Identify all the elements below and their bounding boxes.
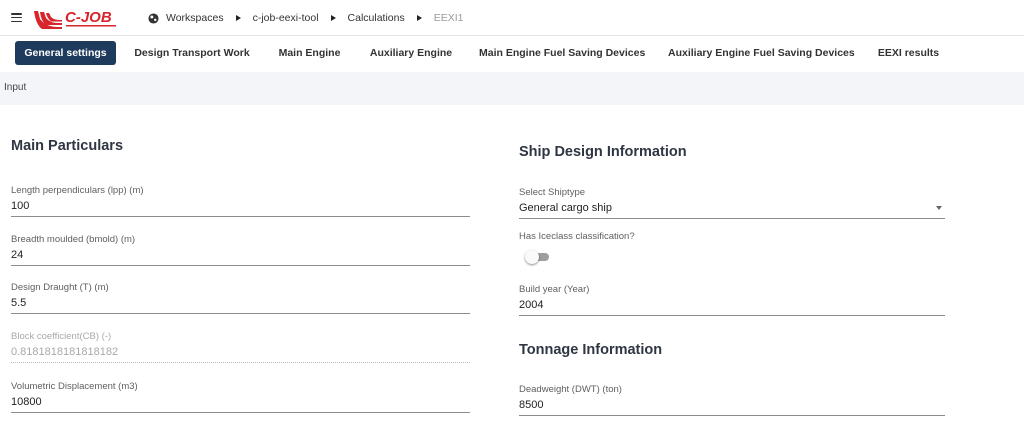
main-particulars-title: Main Particulars <box>11 138 124 154</box>
shiptype-value[interactable]: General cargo ship <box>519 202 612 214</box>
iceclass-label: Has Iceclass classification? <box>519 231 635 242</box>
globe-icon <box>148 12 159 24</box>
deadweight-field[interactable]: Deadweight (DWT) (ton) 8500 <box>519 384 945 416</box>
block-coefficient-value: 0.8181818181818182 <box>11 346 119 358</box>
tab-main-engine[interactable]: Main Engine <box>276 41 343 65</box>
tab-main-engine-fsd[interactable]: Main Engine Fuel Saving Devices <box>479 41 645 65</box>
breadcrumb-current: EEXI1 <box>433 12 464 24</box>
lpp-field[interactable]: Length perpendiculars (lpp) (m) 100 <box>11 185 470 217</box>
svg-text:C-JOB: C-JOB <box>65 9 112 26</box>
deadweight-label: Deadweight (DWT) (ton) <box>519 384 622 395</box>
draught-value[interactable]: 5.5 <box>11 297 26 309</box>
build-year-value[interactable]: 2004 <box>519 299 543 311</box>
breadcrumb-calculations[interactable]: Calculations <box>348 12 405 24</box>
hamburger-icon[interactable] <box>11 13 22 23</box>
tab-bar: General settings Design Transport Work M… <box>0 37 1024 71</box>
tab-general-settings[interactable]: General settings <box>15 41 116 65</box>
breadcrumb-arrow-icon <box>330 15 336 21</box>
input-section-label: Input <box>4 82 27 93</box>
shiptype-label: Select Shiptype <box>519 187 586 198</box>
breadcrumb-arrow-icon <box>416 15 422 21</box>
toggle-knob <box>525 250 539 264</box>
tonnage-title: Tonnage Information <box>519 342 663 358</box>
ship-design-title: Ship Design Information <box>519 144 687 160</box>
bmold-value[interactable]: 24 <box>11 249 23 261</box>
shiptype-select[interactable]: Select Shiptype General cargo ship <box>519 187 945 219</box>
volumetric-displacement-label: Volumetric Displacement (m3) <box>11 381 138 392</box>
block-coefficient-field: Block coefficient(CB) (-) 0.818181818181… <box>11 331 470 363</box>
build-year-label: Build year (Year) <box>519 284 590 295</box>
volumetric-displacement-value[interactable]: 10800 <box>11 396 42 408</box>
breadcrumb: Workspaces c-job-eexi-tool Calculations … <box>148 10 464 26</box>
build-year-field[interactable]: Build year (Year) 2004 <box>519 284 945 316</box>
breadcrumb-workspace[interactable]: c-job-eexi-tool <box>253 12 319 24</box>
input-section-bar: Input <box>0 72 1024 105</box>
tab-auxiliary-engine[interactable]: Auxiliary Engine <box>369 41 453 65</box>
draught-label: Design Draught (T) (m) <box>11 282 109 293</box>
tab-design-transport-work[interactable]: Design Transport Work <box>134 41 250 65</box>
bmold-field[interactable]: Breadth moulded (bmold) (m) 24 <box>11 234 470 266</box>
tab-auxiliary-engine-fsd[interactable]: Auxiliary Engine Fuel Saving Devices <box>668 41 855 65</box>
top-bar: C-JOB Workspaces c-job-eexi-tool Calcula… <box>0 0 1024 36</box>
volumetric-displacement-field[interactable]: Volumetric Displacement (m3) 10800 <box>11 381 470 413</box>
block-coefficient-label: Block coefficient(CB) (-) <box>11 331 112 342</box>
lpp-value[interactable]: 100 <box>11 200 29 212</box>
breadcrumb-workspaces[interactable]: Workspaces <box>166 12 224 24</box>
tab-eexi-results[interactable]: EEXI results <box>876 41 941 65</box>
breadcrumb-arrow-icon <box>235 15 241 21</box>
bmold-label: Breadth moulded (bmold) (m) <box>11 234 136 245</box>
lpp-label: Length perpendiculars (lpp) (m) <box>11 185 144 196</box>
iceclass-toggle[interactable] <box>525 250 551 264</box>
dropdown-arrow-icon[interactable] <box>936 206 942 210</box>
c-job-logo[interactable]: C-JOB <box>32 5 142 32</box>
draught-field[interactable]: Design Draught (T) (m) 5.5 <box>11 282 470 314</box>
deadweight-value[interactable]: 8500 <box>519 399 543 411</box>
